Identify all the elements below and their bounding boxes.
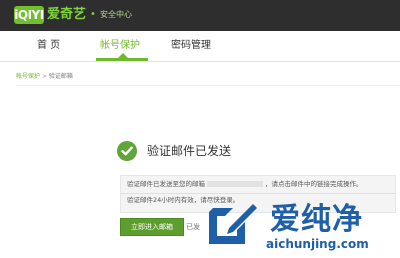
masked-email xyxy=(207,181,263,187)
breadcrumb-current: 验证邮箱 xyxy=(48,73,73,80)
header-separator: • xyxy=(90,9,96,20)
active-tab-caret xyxy=(118,53,128,58)
breadcrumb-divider xyxy=(16,85,400,86)
main-nav: 首 页 帐号保护 密码管理 xyxy=(0,31,400,62)
top-bar: iQIYI 爱奇艺 • 安全中心 xyxy=(0,0,400,31)
tab-home[interactable]: 首 页 xyxy=(37,31,60,61)
brand-name: 爱奇艺 xyxy=(47,7,87,22)
resend-text[interactable]: 已发 xyxy=(186,222,200,232)
go-to-email-button[interactable]: 立即进入邮箱 xyxy=(120,218,184,236)
security-center-title: 安全中心 xyxy=(100,10,132,19)
active-tab-indicator xyxy=(96,58,148,61)
iqiyi-logo[interactable]: iQIYI xyxy=(14,6,44,24)
breadcrumb-parent-link[interactable]: 帐号保护 xyxy=(16,73,40,80)
info-line-1-suffix: ，请点击邮件中的链接完成操作。 xyxy=(265,180,363,188)
check-circle-icon xyxy=(117,141,137,161)
page-heading: 验证邮件已发送 xyxy=(147,144,232,158)
breadcrumb: 帐号保护 > 验证邮箱 xyxy=(16,72,73,82)
info-divider xyxy=(121,193,395,194)
breadcrumb-separator: > xyxy=(41,73,47,80)
watermark-text: 爱纯净 xyxy=(270,202,363,237)
watermark-url: aichunjing.com xyxy=(266,237,369,251)
aichunjing-logo-icon xyxy=(207,202,259,246)
tab-password-management[interactable]: 密码管理 xyxy=(171,31,211,61)
info-line-1: 验证邮件已发送至您的邮箱 ，请点击邮件中的链接完成操作。 xyxy=(127,179,363,189)
info-line-1-prefix: 验证邮件已发送至您的邮箱 xyxy=(127,180,205,188)
